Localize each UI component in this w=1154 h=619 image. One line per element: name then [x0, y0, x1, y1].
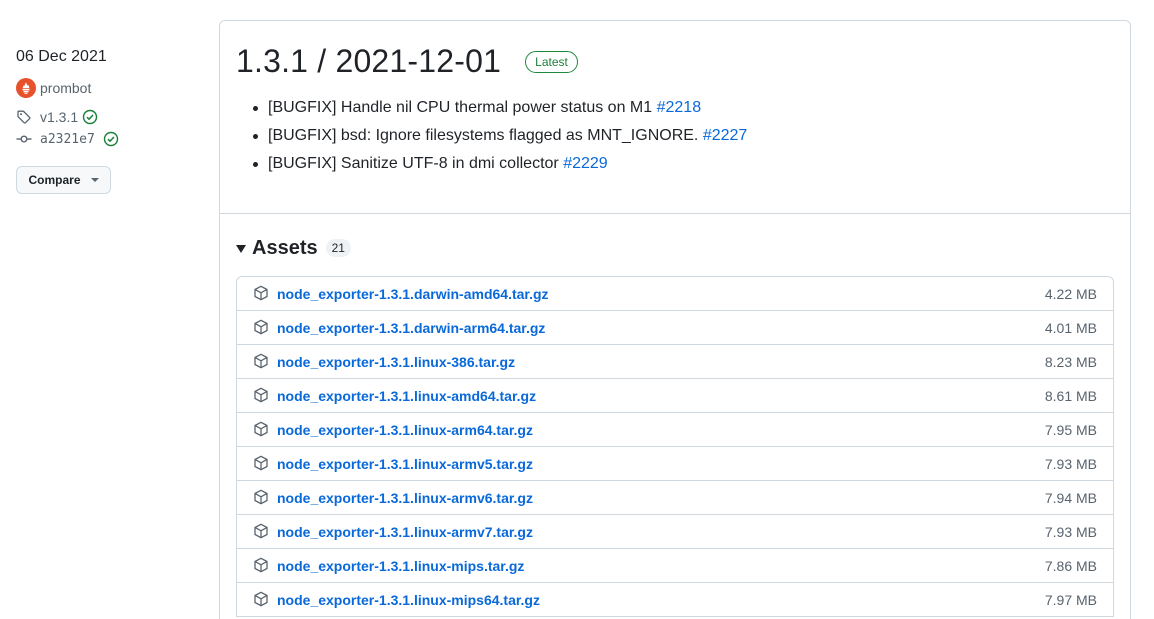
package-icon — [253, 489, 271, 507]
asset-link[interactable]: node_exporter-1.3.1.linux-amd64.tar.gz — [277, 388, 1045, 404]
asset-row: node_exporter-1.3.1.darwin-arm64.tar.gz … — [237, 310, 1113, 344]
asset-link[interactable]: node_exporter-1.3.1.linux-386.tar.gz — [277, 354, 1045, 370]
commit-row[interactable]: a2321e7 — [16, 128, 206, 150]
asset-link[interactable]: node_exporter-1.3.1.linux-armv6.tar.gz — [277, 490, 1045, 506]
issue-link[interactable]: #2229 — [563, 155, 608, 172]
commit-hash[interactable]: a2321e7 — [40, 132, 95, 147]
release-title[interactable]: 1.3.1 / 2021-12-01 — [236, 43, 501, 80]
package-icon — [253, 523, 271, 541]
asset-row: node_exporter-1.3.1.darwin-amd64.tar.gz … — [237, 277, 1113, 310]
release-date: 06 Dec 2021 — [16, 48, 107, 65]
issue-link[interactable]: #2227 — [703, 127, 748, 144]
asset-size: 7.97 MB — [1044, 591, 1097, 608]
latest-badge: Latest — [525, 50, 578, 73]
asset-link[interactable]: node_exporter-1.3.1.linux-mips64.tar.gz — [277, 592, 1045, 608]
release-note-item: [BUGFIX] Handle nil CPU thermal power st… — [253, 94, 1114, 122]
package-icon — [253, 353, 271, 371]
asset-row: node_exporter-1.3.1.linux-armv7.tar.gz 7… — [237, 514, 1113, 548]
compare-label: Compare — [28, 173, 81, 187]
package-icon — [253, 455, 271, 473]
check-circle-icon — [82, 109, 98, 125]
asset-row: node_exporter-1.3.1.linux-386.tar.gz 8.2… — [237, 344, 1113, 378]
release-header: 1.3.1 / 2021-12-01 Latest [BUGFIX] Handl… — [220, 21, 1130, 214]
asset-link[interactable]: node_exporter-1.3.1.darwin-arm64.tar.gz — [277, 320, 1045, 336]
tag-row[interactable]: v1.3.1 — [16, 106, 206, 128]
release-note-item: [BUGFIX] Sanitize UTF-8 in dmi collector… — [253, 150, 1114, 178]
asset-row: node_exporter-1.3.1.linux-mips64.tar.gz … — [237, 582, 1113, 616]
asset-row: node_exporter-1.3.1.linux-amd64.tar.gz 8… — [237, 378, 1113, 412]
release-notes: [BUGFIX] Handle nil CPU thermal power st… — [253, 94, 1114, 178]
asset-row: node_exporter-1.3.1.linux-mips.tar.gz 7.… — [237, 548, 1113, 582]
package-icon — [253, 319, 271, 337]
tag-name[interactable]: v1.3.1 — [40, 109, 78, 125]
git-commit-icon — [16, 129, 36, 149]
asset-link[interactable]: node_exporter-1.3.1.linux-mips.tar.gz — [277, 558, 1045, 574]
release-card: 1.3.1 / 2021-12-01 Latest [BUGFIX] Handl… — [219, 20, 1131, 619]
assets-section: Assets 21 node_exporter-1.3.1.darwin-amd… — [220, 214, 1130, 617]
asset-size: 7.93 MB — [1044, 455, 1097, 472]
asset-link[interactable]: node_exporter-1.3.1.linux-arm64.tar.gz — [277, 422, 1045, 438]
compare-button[interactable]: Compare — [16, 166, 111, 194]
asset-row: node_exporter-1.3.1.linux-arm64.tar.gz 7… — [237, 412, 1113, 446]
asset-size: 8.23 MB — [1044, 353, 1097, 370]
title-row: 1.3.1 / 2021-12-01 Latest — [236, 43, 1114, 80]
asset-size: 7.95 MB — [1044, 421, 1097, 438]
release-sidebar: 06 Dec 2021 prombot v1.3.1 a2321e7 Compa… — [16, 44, 206, 194]
package-icon — [253, 591, 271, 609]
package-icon — [253, 285, 271, 303]
author-name[interactable]: prombot — [40, 80, 91, 96]
triangle-down-icon[interactable] — [236, 245, 246, 253]
prometheus-logo-icon — [16, 78, 36, 98]
issue-link[interactable]: #2218 — [657, 99, 702, 116]
release-note-item: [BUGFIX] bsd: Ignore filesystems flagged… — [253, 122, 1114, 150]
note-text: [BUGFIX] Sanitize UTF-8 in dmi collector — [268, 155, 564, 172]
assets-count-badge: 21 — [325, 239, 351, 257]
package-icon — [253, 387, 271, 405]
note-text: [BUGFIX] bsd: Ignore filesystems flagged… — [268, 127, 703, 144]
package-icon — [253, 421, 271, 439]
assets-list: node_exporter-1.3.1.darwin-amd64.tar.gz … — [236, 276, 1114, 617]
check-circle-icon — [103, 131, 119, 147]
asset-size: 7.86 MB — [1044, 557, 1097, 574]
author-avatar[interactable] — [16, 78, 36, 98]
chevron-down-icon — [90, 178, 99, 182]
asset-size: 7.94 MB — [1044, 489, 1097, 506]
asset-link[interactable]: node_exporter-1.3.1.darwin-amd64.tar.gz — [277, 286, 1045, 302]
note-text: [BUGFIX] Handle nil CPU thermal power st… — [268, 99, 657, 116]
tag-icon — [16, 107, 36, 127]
asset-link[interactable]: node_exporter-1.3.1.linux-armv7.tar.gz — [277, 524, 1045, 540]
asset-row: node_exporter-1.3.1.linux-armv6.tar.gz 7… — [237, 480, 1113, 514]
asset-size: 4.22 MB — [1044, 285, 1097, 302]
assets-toggle[interactable]: Assets 21 — [236, 234, 1114, 262]
assets-title[interactable]: Assets — [252, 237, 318, 260]
asset-row: node_exporter-1.3.1.linux-armv5.tar.gz 7… — [237, 446, 1113, 480]
asset-link[interactable]: node_exporter-1.3.1.linux-armv5.tar.gz — [277, 456, 1045, 472]
asset-size: 7.93 MB — [1044, 523, 1097, 540]
author-row[interactable]: prombot — [16, 76, 206, 100]
asset-size: 4.01 MB — [1044, 319, 1097, 336]
package-icon — [253, 557, 271, 575]
asset-size: 8.61 MB — [1044, 387, 1097, 404]
